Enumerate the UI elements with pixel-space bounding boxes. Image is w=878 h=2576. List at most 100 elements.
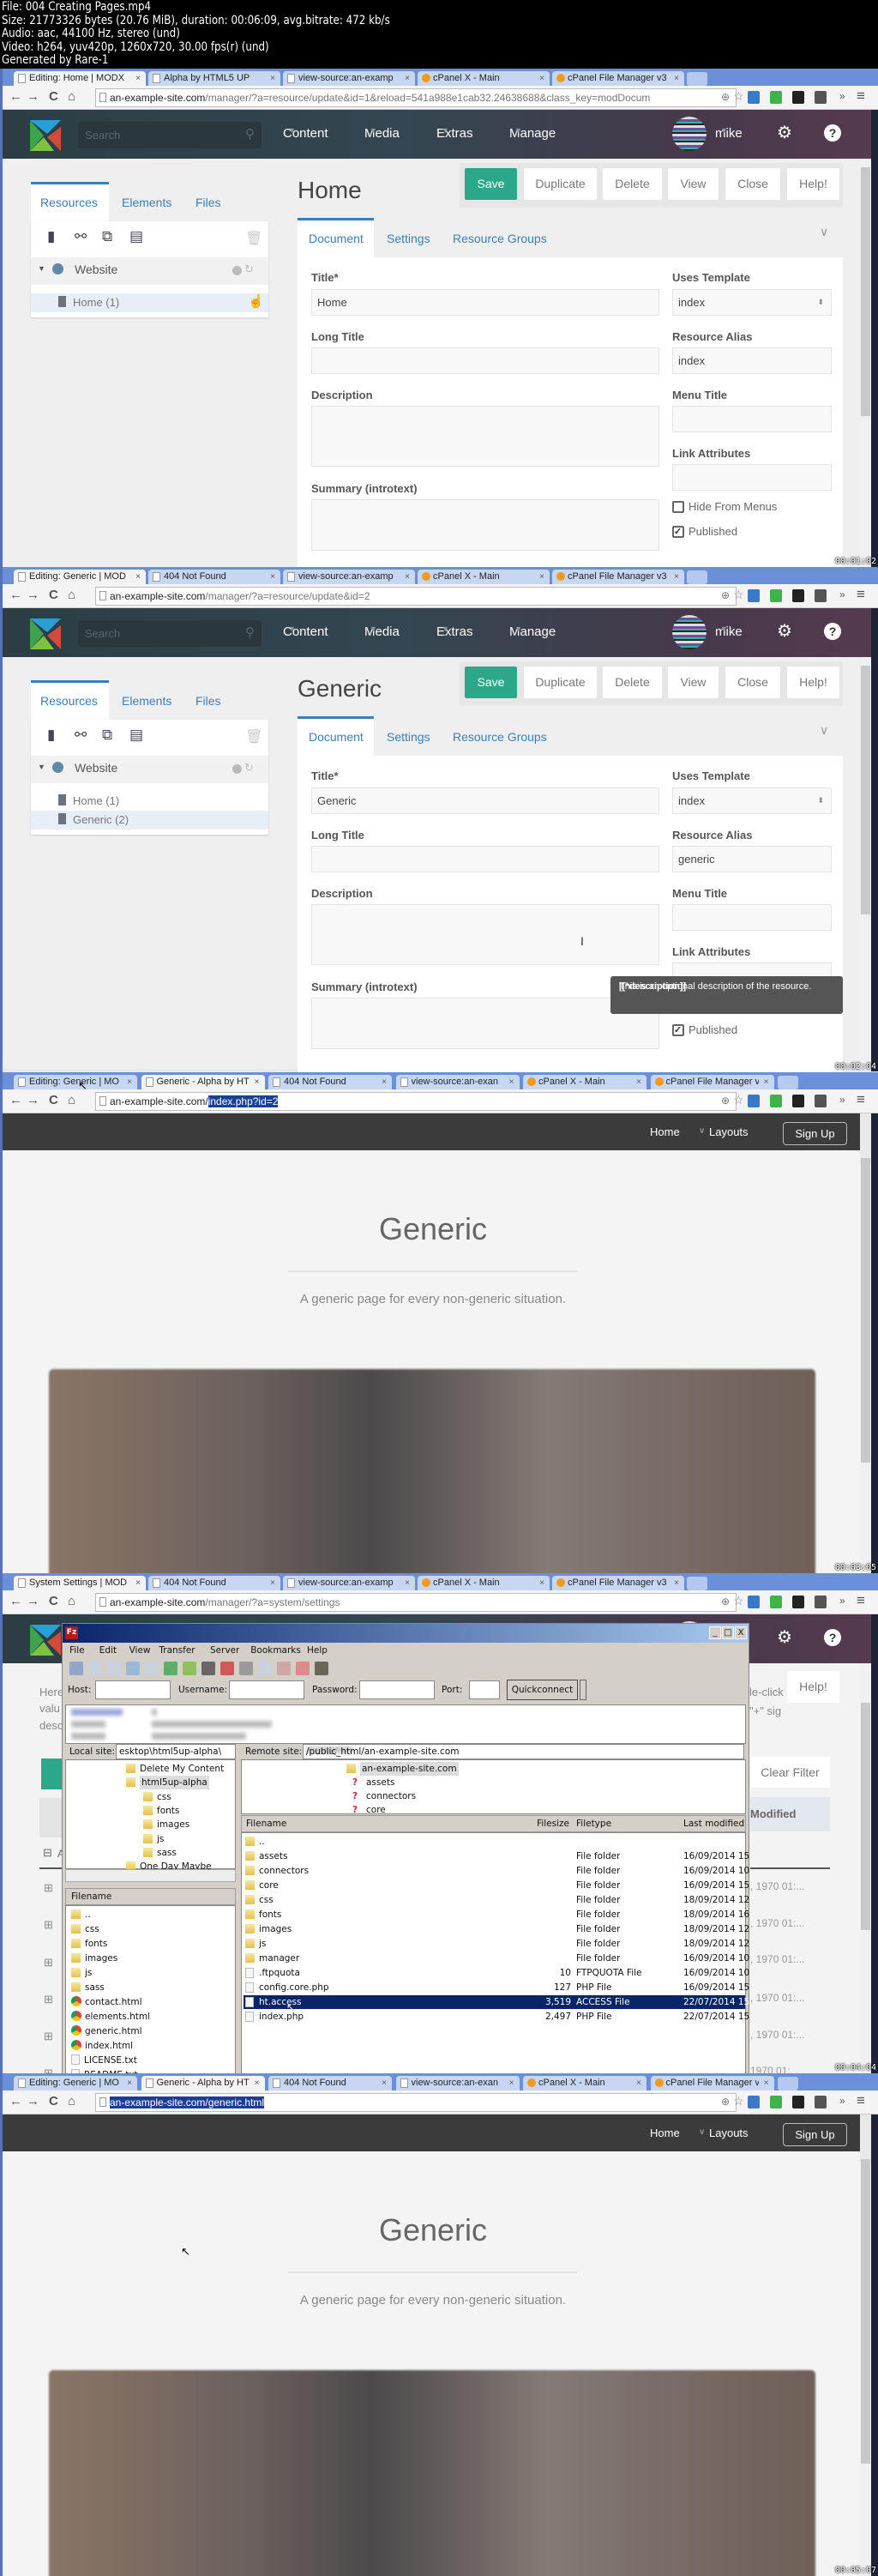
zoom-icon[interactable]: ⊕ xyxy=(721,1596,730,1608)
host-input[interactable] xyxy=(95,1680,171,1699)
zoom-icon[interactable]: ⊕ xyxy=(721,589,730,601)
close-button[interactable]: Close xyxy=(725,667,780,698)
title-input[interactable]: Home xyxy=(311,289,659,316)
local-file-row[interactable]: images xyxy=(71,1952,117,1965)
close-tab-icon[interactable]: × xyxy=(405,1576,410,1590)
browser-tab[interactable]: cPanel File Manager v3 × xyxy=(552,71,684,86)
extension-owl-icon[interactable] xyxy=(792,1095,804,1107)
remote-file-row[interactable]: connectors File folder 16/09/2014 10 xyxy=(244,1864,749,1878)
tree-item[interactable]: Generic (2) xyxy=(31,811,268,830)
close-tab-icon[interactable]: × xyxy=(127,1075,132,1089)
url-input[interactable]: an-example-site.com/generic.html xyxy=(95,2093,737,2112)
bookmark-star-icon[interactable]: ☆ xyxy=(733,89,744,104)
expand-row-icon[interactable]: ⊞ xyxy=(44,1993,53,2006)
local-file-row[interactable]: sass xyxy=(71,1981,105,1994)
process-queue-icon[interactable] xyxy=(183,1662,196,1675)
column-header-filename[interactable]: Filename xyxy=(246,1819,286,1829)
browser-tab[interactable]: Generic - Alpha by HT × xyxy=(141,2076,265,2090)
doc-tab-settings-label[interactable]: Settings xyxy=(387,232,430,245)
remote-tree-item[interactable]: ? connectors xyxy=(352,1789,416,1803)
new-document-icon[interactable]: ▮ xyxy=(47,228,59,245)
close-tab-icon[interactable]: × xyxy=(127,2076,132,2090)
scrollbar-thumb[interactable] xyxy=(861,1158,870,1463)
url-input[interactable]: an-example-site.com/manager/?a=resource/… xyxy=(95,88,737,107)
remote-file-row[interactable]: ht.access 3,519 ACCESS File 22/07/2014 15 xyxy=(244,1995,749,2009)
extension-green-icon[interactable] xyxy=(770,91,782,104)
tree-tab-files[interactable]: Files xyxy=(195,694,221,708)
duplicate-button[interactable]: Duplicate xyxy=(524,667,597,698)
browser-tab[interactable]: cPanel File Manager v3 × xyxy=(552,1576,684,1590)
new-tab-button[interactable] xyxy=(687,1577,707,1590)
tree-root-label[interactable]: Website xyxy=(75,761,117,775)
remote-file-row[interactable]: assets File folder 16/09/2014 15 xyxy=(244,1849,749,1863)
column-header-filesize[interactable]: Filesize xyxy=(499,1819,569,1829)
close-tab-icon[interactable]: × xyxy=(539,570,544,584)
help-button[interactable]: Help! xyxy=(787,667,839,698)
close-tab-icon[interactable]: × xyxy=(674,570,679,584)
remote-file-row[interactable]: js File folder 18/09/2014 12 xyxy=(244,1937,749,1951)
add-context-icon[interactable] xyxy=(232,266,242,275)
remote-file-row[interactable]: manager File folder 16/09/2014 10 xyxy=(244,1952,749,1965)
reload-icon[interactable]: C xyxy=(49,1594,58,1608)
doc-tab-resource-groups-label[interactable]: Resource Groups xyxy=(453,232,547,245)
bookmark-star-icon[interactable]: ☆ xyxy=(733,2094,744,2108)
browser-tab[interactable]: cPanel File Manager v × xyxy=(650,2076,774,2090)
extension-owl-icon[interactable] xyxy=(792,1596,804,1608)
expand-row-icon[interactable]: ⊞ xyxy=(44,2066,53,2073)
user-avatar[interactable] xyxy=(672,117,707,151)
close-tab-icon[interactable]: × xyxy=(382,1075,387,1089)
maximize-button[interactable]: □ xyxy=(722,1626,734,1639)
local-list-header[interactable]: Filename xyxy=(65,1888,236,1905)
tree-tab-elements[interactable]: Elements xyxy=(122,694,171,708)
hide-from-menus-label[interactable]: Hide From Menus xyxy=(689,500,777,513)
help-button[interactable]: Help! xyxy=(787,168,839,200)
forward-icon[interactable]: → xyxy=(27,1093,39,1107)
forward-icon[interactable]: → xyxy=(27,588,39,602)
menu-edit[interactable]: Edit xyxy=(99,1645,117,1656)
trash-icon[interactable]: 🗑 xyxy=(245,230,262,247)
zoom-icon[interactable]: ⊕ xyxy=(721,2096,730,2108)
close-tab-icon[interactable]: × xyxy=(674,1576,679,1590)
view-button[interactable]: View xyxy=(668,168,719,200)
browser-tab[interactable]: Editing: Generic | MOD × xyxy=(14,570,146,584)
browser-tab[interactable]: 404 Not Found × xyxy=(148,1576,280,1590)
nav-home-link[interactable]: Home xyxy=(650,1125,680,1138)
doc-tab-document-label[interactable]: Document xyxy=(309,232,364,245)
quickconnect-dropdown[interactable] xyxy=(580,1680,586,1700)
bookmark-star-icon[interactable]: ☆ xyxy=(733,1093,744,1107)
forward-icon[interactable]: → xyxy=(27,1594,39,1608)
browser-tab[interactable]: cPanel X - Main × xyxy=(418,1576,550,1590)
back-icon[interactable]: ← xyxy=(9,1093,22,1107)
expand-row-icon[interactable]: ⊞ xyxy=(44,1881,53,1895)
reload-icon[interactable]: C xyxy=(49,89,58,104)
local-file-row[interactable]: elements.html xyxy=(71,2010,150,2024)
local-file-row[interactable]: .. xyxy=(71,1908,91,1921)
scrollbar-thumb[interactable] xyxy=(861,2159,870,2464)
trash-icon[interactable]: 🗑 xyxy=(245,728,262,745)
new-tab-button[interactable] xyxy=(778,2077,798,2090)
template-select[interactable]: index ⬍ xyxy=(672,289,832,316)
published-checkbox[interactable]: ✓ xyxy=(672,526,684,538)
help-icon[interactable]: ? xyxy=(824,1629,841,1646)
view-button[interactable]: View xyxy=(668,667,719,698)
menu-title-input[interactable] xyxy=(672,406,832,432)
url-input[interactable]: an-example-site.com/index.php?id=2 xyxy=(95,1092,737,1111)
hide-from-menus-checkbox[interactable] xyxy=(672,501,684,513)
title-input[interactable]: Generic xyxy=(311,787,659,814)
extension-owl-icon[interactable] xyxy=(792,589,804,602)
remote-file-row[interactable]: core File folder 16/09/2014 15 xyxy=(244,1879,749,1892)
save-button[interactable]: Save xyxy=(465,667,517,698)
local-tree-hscrollbar[interactable] xyxy=(65,1869,236,1882)
remote-site-path[interactable]: /home//public_html/an-example-site.com xyxy=(303,1744,744,1759)
forward-icon[interactable]: → xyxy=(27,2094,39,2108)
site-manager-icon[interactable] xyxy=(69,1662,83,1675)
remote-file-row[interactable]: config.core.php 127 PHP File 16/09/2014 15 xyxy=(244,1981,749,1994)
toggle-log-icon[interactable] xyxy=(88,1662,102,1675)
refresh-icon[interactable] xyxy=(164,1662,177,1675)
extension-x-icon[interactable] xyxy=(748,1095,760,1107)
more-extensions-icon[interactable]: » xyxy=(839,90,845,102)
local-tree-item[interactable]: Delete My Content xyxy=(126,1762,224,1776)
more-extensions-icon[interactable]: » xyxy=(839,1094,845,1106)
menu-bookmarks[interactable]: Bookmarks xyxy=(250,1645,301,1656)
browser-tab[interactable]: cPanel X - Main × xyxy=(523,1075,646,1089)
